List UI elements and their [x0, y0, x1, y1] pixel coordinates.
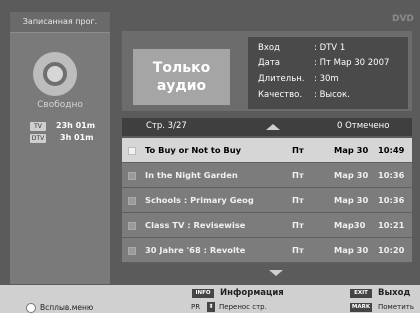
- info-hint[interactable]: Информация: [220, 288, 284, 298]
- disc-icon: [33, 52, 77, 96]
- recording-day: Пт: [292, 220, 304, 230]
- mark-checkbox[interactable]: [128, 197, 136, 205]
- exit-hint[interactable]: Выход: [378, 288, 410, 298]
- exit-key-badge: EXIT: [350, 289, 372, 298]
- detail-key: Дата: [258, 58, 281, 68]
- tv-badge: TV: [30, 122, 46, 131]
- info-key-badge: INFO: [192, 289, 214, 298]
- recording-title: Class TV : Revisewise: [145, 220, 246, 230]
- detail-duration: Длительн. : 30m: [258, 74, 339, 84]
- detail-value: : Пт Мар 30 2007: [314, 58, 390, 68]
- free-space-label: Свободно: [37, 100, 83, 110]
- dvd-logo: DVD: [392, 14, 414, 24]
- recording-day: Пт: [292, 145, 304, 155]
- recording-title: To Buy or Not to Buy: [145, 145, 242, 155]
- audio-only-thumbnail: Только аудио: [133, 49, 230, 105]
- recording-title: Schools : Primary Geog: [145, 195, 254, 205]
- up-down-icon: ⬍: [207, 302, 215, 312]
- detail-key: Длительн.: [258, 74, 305, 84]
- dtv-badge: DTV: [30, 134, 46, 143]
- mark-key-badge: MARK: [350, 303, 372, 312]
- recording-time: 10:36: [378, 170, 405, 180]
- recording-title: 30 Jahre '68 : Revolte: [145, 245, 246, 255]
- detail-key: Качество.: [258, 90, 303, 100]
- tv-free-time: 23h 01m: [56, 121, 96, 130]
- recording-day: Пт: [292, 245, 304, 255]
- pr-key-label: PR: [191, 303, 201, 311]
- recording-time: 10:21: [378, 220, 405, 230]
- mark-checkbox[interactable]: [128, 147, 136, 155]
- recording-date: Мар 30: [334, 195, 369, 205]
- marked-count: 0 Отмечено: [337, 121, 390, 131]
- detail-value: : Высок.: [314, 90, 350, 100]
- recording-row[interactable]: Schools : Primary Geog Пт Мар 30 10:36: [122, 188, 412, 213]
- recorded-programs-tab[interactable]: Записанная прог.: [10, 12, 110, 33]
- detail-value: : 30m: [314, 74, 339, 84]
- scroll-down-arrow-icon[interactable]: [269, 270, 283, 276]
- recording-title: In the Night Garden: [145, 170, 238, 180]
- recording-row[interactable]: 30 Jahre '68 : Revolte Пт Мар 30 10:20: [122, 238, 412, 263]
- detail-quality: Качество. : Высок.: [258, 90, 350, 100]
- recording-time: 10:49: [378, 145, 405, 155]
- dtv-free-time: 3h 01m: [60, 133, 94, 142]
- mark-checkbox[interactable]: [128, 222, 136, 230]
- popup-menu-button-icon: [26, 303, 36, 313]
- popup-menu-hint[interactable]: Всплыв.меню: [40, 303, 93, 312]
- recording-row[interactable]: Class TV : Revisewise Пт Мар30 10:21: [122, 213, 412, 238]
- mark-hint[interactable]: Пометить: [378, 303, 414, 311]
- detail-date: Дата : Пт Мар 30 2007: [258, 58, 389, 68]
- detail-key: Вход: [258, 43, 280, 53]
- mark-checkbox[interactable]: [128, 172, 136, 180]
- recording-row[interactable]: To Buy or Not to Buy Пт Мар 30 10:49: [122, 138, 412, 163]
- recording-row[interactable]: In the Night Garden Пт Мар 30 10:36: [122, 163, 412, 188]
- mark-checkbox[interactable]: [128, 247, 136, 255]
- recording-day: Пт: [292, 170, 304, 180]
- page-indicator: Стр. 3/27: [146, 121, 187, 131]
- recording-time: 10:20: [378, 245, 405, 255]
- recording-date: Мар30: [334, 220, 366, 230]
- move-page-hint[interactable]: Перенос стр.: [219, 303, 267, 311]
- recording-date: Мар 30: [334, 245, 369, 255]
- recording-time: 10:36: [378, 195, 405, 205]
- recording-date: Мар 30: [334, 145, 369, 155]
- recording-day: Пт: [292, 195, 304, 205]
- scroll-up-arrow-icon[interactable]: [266, 124, 280, 130]
- detail-value: : DTV 1: [314, 43, 346, 53]
- recording-date: Мар 30: [334, 170, 369, 180]
- detail-input: Вход : DTV 1: [258, 43, 345, 53]
